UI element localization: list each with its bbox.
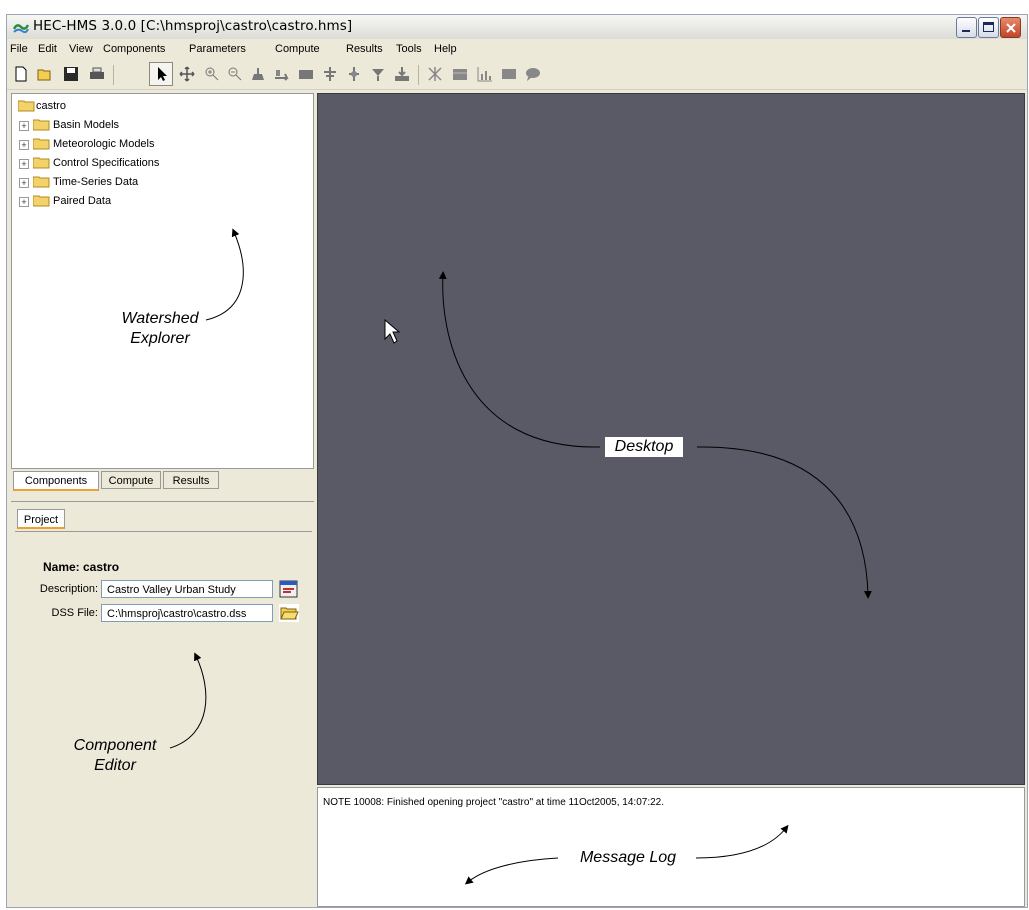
menu-edit[interactable]: Edit: [38, 43, 57, 55]
message-icon[interactable]: [525, 66, 541, 82]
title-bar[interactable]: HEC-HMS 3.0.0 [C:\hmsproj\castro\castro.…: [7, 15, 1027, 40]
folder-icon: [33, 176, 50, 188]
save-icon[interactable]: [63, 66, 79, 82]
message-log-entry: NOTE 10008: Finished opening project "ca…: [323, 797, 665, 808]
tree-item-time-series-data[interactable]: Time-Series Data: [53, 176, 138, 188]
menu-view[interactable]: View: [69, 43, 93, 55]
menu-parameters[interactable]: Parameters: [189, 43, 246, 55]
project-name-value: castro: [83, 560, 120, 574]
tree-item-meteorologic-models[interactable]: Meteorologic Models: [53, 138, 155, 150]
annotation-line: Component: [73, 737, 157, 754]
annotation-desktop: Desktop: [605, 437, 683, 457]
tab-components[interactable]: Components: [13, 471, 99, 491]
subbasin-icon[interactable]: [250, 66, 266, 82]
expand-icon[interactable]: +: [19, 140, 29, 150]
tree-item-paired-data[interactable]: Paired Data: [53, 195, 111, 207]
project-panel: Name: castro Description: Castro Valley …: [15, 531, 312, 902]
open-icon[interactable]: [37, 66, 53, 82]
component-editor: Project Name: castro Description: Castro…: [11, 505, 314, 907]
tab-results[interactable]: Results: [163, 471, 219, 489]
menu-results[interactable]: Results: [346, 43, 383, 55]
close-button[interactable]: [1000, 17, 1021, 38]
close-icon: [1006, 23, 1016, 33]
table-icon[interactable]: [452, 66, 468, 82]
watershed-explorer: castro + Basin Models + Meteorologic Mod…: [11, 93, 314, 469]
expand-icon[interactable]: +: [19, 159, 29, 169]
menu-file[interactable]: File: [10, 43, 28, 55]
toolbar-separator: [418, 65, 419, 85]
annotation-line: Watershed: [121, 310, 199, 327]
menu-compute[interactable]: Compute: [275, 43, 320, 55]
print-icon[interactable]: [89, 66, 105, 82]
folder-icon: [33, 138, 50, 150]
minimize-button[interactable]: [956, 17, 977, 38]
tree-item-control-specifications[interactable]: Control Specifications: [53, 157, 159, 169]
zoom-out-icon[interactable]: [227, 66, 243, 82]
window-title: HEC-HMS 3.0.0 [C:\hmsproj\castro\castro.…: [33, 18, 353, 34]
expand-icon[interactable]: +: [19, 197, 29, 207]
dss-file-field[interactable]: C:\hmsproj\castro\castro.dss: [101, 604, 273, 622]
folder-icon: [33, 119, 50, 131]
zoom-in-icon[interactable]: [204, 66, 220, 82]
tree-root-castro[interactable]: castro: [36, 100, 66, 112]
folder-icon: [33, 157, 50, 169]
tab-project[interactable]: Project: [17, 509, 65, 529]
annotation-component-editor: Component Editor: [55, 736, 175, 776]
explorer-tabs: Components Compute Results: [11, 471, 314, 493]
diversion-icon[interactable]: [346, 66, 362, 82]
project-folder-icon: [18, 100, 35, 112]
arrow-select-icon[interactable]: [153, 66, 169, 82]
folder-icon: [33, 195, 50, 207]
summary-icon[interactable]: [501, 66, 517, 82]
panel-divider: [11, 501, 314, 502]
minimize-icon: [962, 30, 970, 32]
reach-icon[interactable]: [274, 66, 290, 82]
menu-help[interactable]: Help: [434, 43, 457, 55]
pan-icon[interactable]: [179, 66, 195, 82]
mouse-cursor-icon: [384, 319, 401, 344]
menu-bar: File Edit View Components Parameters Com…: [7, 39, 1027, 59]
compute-icon[interactable]: [427, 66, 443, 82]
toolbar-separator: [113, 65, 114, 85]
annotation-line: Editor: [94, 757, 136, 774]
menu-tools[interactable]: Tools: [396, 43, 422, 55]
menu-components[interactable]: Components: [103, 43, 165, 55]
new-icon[interactable]: [13, 66, 29, 82]
dss-file-label: DSS File:: [51, 607, 98, 619]
annotation-watershed-explorer: Watershed Explorer: [100, 309, 220, 349]
name-label: Name:: [43, 560, 80, 574]
source-icon[interactable]: [370, 66, 386, 82]
description-edit-icon[interactable]: [279, 580, 299, 598]
graph-icon[interactable]: [477, 66, 493, 82]
expand-icon[interactable]: +: [19, 178, 29, 188]
annotation-message-log: Message Log: [579, 849, 677, 866]
message-log: NOTE 10008: Finished opening project "ca…: [317, 787, 1025, 907]
maximize-button[interactable]: [978, 17, 999, 38]
junction-icon[interactable]: [322, 66, 338, 82]
description-field[interactable]: Castro Valley Urban Study: [101, 580, 273, 598]
hec-hms-app-icon: [13, 24, 29, 34]
maximize-icon: [983, 22, 994, 32]
tree-item-basin-models[interactable]: Basin Models: [53, 119, 119, 131]
toolbar: [7, 59, 1027, 90]
open-folder-icon[interactable]: [279, 604, 299, 622]
reservoir-icon[interactable]: [298, 66, 314, 82]
description-label: Description:: [39, 583, 98, 595]
expand-icon[interactable]: +: [19, 121, 29, 131]
sink-icon[interactable]: [394, 66, 410, 82]
annotation-line: Explorer: [130, 330, 190, 347]
tab-compute[interactable]: Compute: [101, 471, 161, 489]
